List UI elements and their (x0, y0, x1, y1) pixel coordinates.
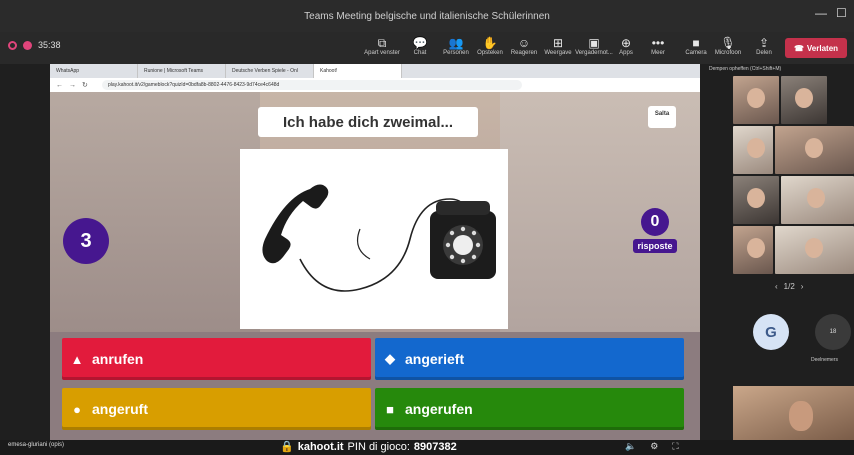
toolbar-chat-button[interactable]: 💬 Chat (400, 36, 440, 56)
leave-button[interactable]: ☎ Verlaten (785, 38, 847, 58)
back-icon[interactable]: ← (56, 82, 63, 89)
participant-video[interactable] (775, 126, 854, 174)
diamond-icon: ◆ (385, 351, 395, 366)
telephone-icon (262, 184, 496, 292)
window-title: Teams Meeting belgische und italienische… (304, 10, 550, 22)
share-icon: ⇪ (758, 36, 770, 50)
answers-count: 0 (641, 208, 669, 236)
overflow-count[interactable]: 18 (815, 314, 851, 350)
answer-label: angerufen (405, 401, 473, 417)
answer-label: anrufen (92, 351, 144, 367)
settings-icon[interactable]: ⚙ (650, 441, 658, 452)
popout-icon: ⧉ (377, 36, 387, 50)
phone-hangup-icon: ☎ (793, 43, 804, 53)
circle-icon: ● (73, 401, 81, 417)
answer-button-green[interactable]: ■ angerufen (375, 388, 684, 430)
participant-video[interactable] (781, 176, 854, 224)
presenter-name: emesa-gluriani (opis) (8, 442, 65, 448)
question-image (240, 149, 508, 329)
self-view-video[interactable] (733, 386, 854, 440)
forward-icon[interactable]: → (69, 82, 76, 89)
shared-screen: WhatsApp Runione | Microsoft Teams Deuts… (50, 64, 700, 444)
answer-button-yellow[interactable]: ● angeruft (62, 388, 371, 430)
browser-tab[interactable]: Deutsche Verben Spiele - Onl (226, 64, 314, 78)
window-title-bar: Teams Meeting belgische und italienische… (0, 0, 854, 32)
recording-icon (23, 40, 32, 50)
toolbar-more-button[interactable]: ••• Meer (638, 36, 678, 56)
volume-icon[interactable]: 🔈 (625, 441, 636, 452)
meeting-elapsed: 35:38 (38, 40, 61, 50)
background-wall-left (50, 92, 260, 342)
answer-button-red[interactable]: ▲ anrufen (62, 338, 371, 380)
triangle-icon: ▲ (70, 351, 84, 367)
reload-icon[interactable]: ↻ (82, 81, 88, 89)
participant-video[interactable] (781, 76, 827, 124)
chat-icon: 💬 (412, 36, 428, 50)
answers-label: risposte (633, 239, 677, 253)
info-icon (8, 40, 17, 50)
game-pin: 8907382 (413, 440, 457, 453)
countdown-timer: 3 (63, 218, 109, 264)
browser-tab[interactable]: Runione | Microsoft Teams (138, 64, 226, 78)
participants-panel: Dempen opheffen (Ctrl+Shift+M) ‹ 1/2 › G… (703, 64, 854, 440)
kahoot-controls: 🔈 ⚙ ⛶ (625, 441, 679, 452)
gallery-pager: ‹ 1/2 › (775, 282, 803, 291)
pager-prev-button[interactable]: ‹ (775, 282, 778, 291)
skip-button[interactable]: Salta (648, 106, 676, 128)
meeting-timer: 35:38 (8, 40, 61, 50)
microphone-icon: 🎙 (720, 36, 736, 50)
participant-video[interactable] (733, 226, 773, 274)
participant-video[interactable] (733, 176, 779, 224)
pager-next-button[interactable]: › (801, 282, 804, 291)
question-text: Ich habe dich zweimal... (258, 107, 478, 137)
browser-tab[interactable]: WhatsApp (50, 64, 138, 78)
url-field[interactable]: play.kahoot.it/v2/gameblock?quizId=0bdfa… (102, 80, 522, 90)
toolbar-view-button[interactable]: ⊞ Weergave (538, 36, 578, 56)
minimize-icon[interactable]: — (815, 6, 827, 20)
more-icon: ••• (651, 36, 665, 50)
view-icon: ⊞ (552, 36, 564, 50)
meeting-toolbar: 35:38 ⧉ Apart venster 💬 Chat 👥 Personen … (0, 32, 854, 64)
toolbar-popout-button[interactable]: ⧉ Apart venster (362, 36, 402, 56)
game-pin-bar: 🔒 kahoot.it PIN di gioco: 8907382 (280, 440, 457, 454)
answer-button-blue[interactable]: ◆ angerieft (375, 338, 684, 380)
answers-counter: 0 risposte (625, 208, 685, 254)
browser-tab-strip: WhatsApp Runione | Microsoft Teams Deuts… (50, 64, 700, 78)
browser-address-bar: ← → ↻ play.kahoot.it/v2/gameblock?quizId… (50, 78, 700, 92)
pager-label: 1/2 (783, 282, 795, 291)
unmute-hint: Dempen opheffen (Ctrl+Shift+M) (709, 66, 782, 72)
maximize-icon[interactable]: ☐ (836, 6, 847, 20)
participant-video[interactable] (775, 226, 854, 274)
toolbar-share-button[interactable]: ⇪ Delen (744, 36, 784, 56)
participant-video[interactable] (733, 76, 779, 124)
answer-label: angerieft (405, 351, 465, 367)
browser-tab-active[interactable]: Kahoot! (314, 64, 402, 78)
avatar[interactable]: G (753, 314, 789, 350)
square-icon: ■ (386, 401, 394, 417)
lock-icon: 🔒 (280, 441, 294, 453)
answer-label: angeruft (92, 401, 148, 417)
participant-video[interactable] (733, 126, 773, 174)
overflow-label: Deelnemers (811, 357, 838, 363)
toolbar-microphone-button[interactable]: 🎙 Microfoon (708, 36, 748, 56)
pin-label: PIN di gioco: (347, 440, 410, 453)
kahoot-domain: kahoot.it (297, 440, 344, 453)
fullscreen-icon[interactable]: ⛶ (672, 441, 678, 452)
